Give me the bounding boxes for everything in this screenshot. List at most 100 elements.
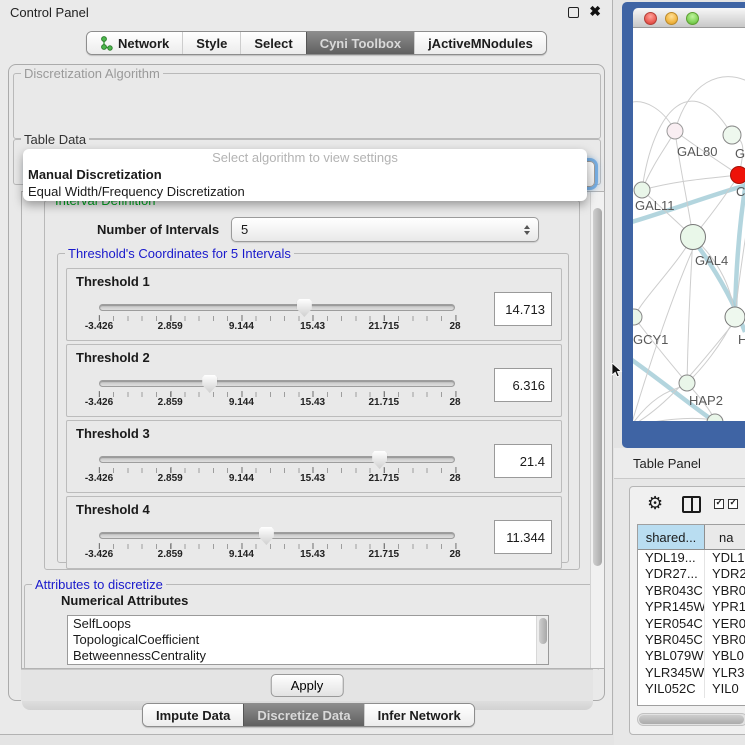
table-row[interactable]: YBR045CYBR0 <box>638 632 745 648</box>
mac-minimize-light-icon[interactable] <box>665 12 678 25</box>
tick-label: 28 <box>449 473 460 484</box>
threshold-2-slider[interactable] <box>99 380 455 387</box>
tab-infer-network[interactable]: Infer Network <box>364 704 474 726</box>
table-row[interactable]: YDL19...YDL1 <box>638 550 745 566</box>
threshold-4-slider[interactable] <box>99 532 455 539</box>
tab-discretize-data[interactable]: Discretize Data <box>243 704 363 726</box>
tick-label: -3.426 <box>85 397 113 408</box>
list-scrollbar[interactable] <box>536 616 548 664</box>
node-label: C <box>736 184 745 199</box>
tick-label: 9.144 <box>229 549 254 560</box>
table-row[interactable]: YER054CYER0 <box>638 616 745 632</box>
scrollbar-thumb[interactable] <box>539 618 547 644</box>
tick-labels: -3.4262.8599.14415.4321.71528 <box>99 321 455 334</box>
close-icon[interactable]: ✖ <box>589 3 601 20</box>
column-header-name[interactable]: na <box>705 525 745 549</box>
combobox-stepper-icon <box>524 225 530 235</box>
tick-labels: -3.4262.8599.14415.4321.71528 <box>99 473 455 486</box>
slider-thumb[interactable] <box>259 527 274 545</box>
node-label: GAL80 <box>677 144 717 159</box>
algorithm-hint-item[interactable]: Select algorithm to view settings <box>23 149 587 166</box>
thresholds-group-title: Threshold's Coordinates for 5 Intervals <box>65 246 294 261</box>
node-label: GCY1 <box>633 332 668 347</box>
table-row[interactable]: YBL079WYBL0 <box>638 648 745 664</box>
scrollbar-thumb[interactable] <box>593 208 602 566</box>
tick-labels: -3.4262.8599.14415.4321.71528 <box>99 549 455 562</box>
node-gal80[interactable] <box>667 123 683 139</box>
node-label: HAP2 <box>689 393 723 408</box>
threshold-4-value-field[interactable]: 11.344 <box>494 520 552 554</box>
table-header-row: shared... na <box>638 525 745 550</box>
checkbox-icon[interactable] <box>728 499 738 509</box>
algorithm-option-manual[interactable]: Manual Discretization <box>23 166 587 183</box>
gear-icon[interactable]: ⚙ <box>647 493 663 514</box>
network-canvas[interactable]: GAL80 GA C GAL11 GAL4 GCY1 H HAP2 <box>633 28 745 421</box>
list-item[interactable]: TopologicalCoefficient <box>68 632 548 648</box>
float-window-icon[interactable] <box>568 7 579 18</box>
tab-select[interactable]: Select <box>240 32 305 54</box>
table-row[interactable]: YLR345WYLR3 <box>638 665 745 681</box>
table-row[interactable]: YIL052CYIL0 <box>638 681 745 697</box>
table-row[interactable]: YBR043CYBR0 <box>638 583 745 599</box>
tick-label: 15.43 <box>300 549 325 560</box>
node[interactable] <box>707 414 723 421</box>
table-toolbar: ⚙ <box>630 487 745 523</box>
tab-cyni-toolbox[interactable]: Cyni Toolbox <box>306 32 414 54</box>
columns-icon[interactable] <box>682 496 701 513</box>
scrollbar-thumb[interactable] <box>639 715 744 724</box>
tab-style[interactable]: Style <box>182 32 240 54</box>
threshold-3-value-field[interactable]: 21.4 <box>494 444 552 478</box>
network-window-titlebar[interactable] <box>633 8 745 28</box>
table-panel-box: ⚙ shared... na YDL19...YDL1 YDR27...YDR2… <box>629 486 745 735</box>
apply-button[interactable]: Apply <box>271 674 344 697</box>
node-hap2[interactable] <box>679 375 695 391</box>
column-header-shared[interactable]: shared... <box>638 525 705 549</box>
list-item[interactable]: BetweennessCentrality <box>68 648 548 664</box>
threshold-1-value-field[interactable]: 14.713 <box>494 292 552 326</box>
thresholds-group: Threshold's Coordinates for 5 Intervals … <box>57 253 569 563</box>
table-horizontal-scrollbar[interactable] <box>637 713 745 726</box>
tab-network-label: Network <box>118 36 169 51</box>
tab-jactivemnodules[interactable]: jActiveMNodules <box>414 32 546 54</box>
threshold-1-slider[interactable] <box>99 304 455 311</box>
tick-label: 28 <box>449 321 460 332</box>
threshold-2-label: Threshold 2 <box>76 350 150 365</box>
node-selected-red[interactable] <box>731 167 745 184</box>
threshold-2-value-field[interactable]: 6.316 <box>494 368 552 402</box>
window-title: Control Panel <box>10 5 89 20</box>
slider-thumb[interactable] <box>372 451 387 469</box>
mac-close-light-icon[interactable] <box>644 12 657 25</box>
tick-label: 15.43 <box>300 397 325 408</box>
slider-thumb[interactable] <box>297 299 312 317</box>
number-of-intervals-combobox[interactable]: 5 <box>231 217 539 242</box>
node-label: H <box>738 332 745 347</box>
tick-label: 2.859 <box>158 397 183 408</box>
table-row[interactable]: YPR145WYPR1 <box>638 599 745 615</box>
node[interactable] <box>725 307 745 327</box>
checkbox-icon[interactable] <box>714 499 724 509</box>
slider-thumb[interactable] <box>202 375 217 393</box>
table-panel-header: Table Panel <box>614 448 745 479</box>
node-gal11[interactable] <box>634 182 650 198</box>
tab-impute-data[interactable]: Impute Data <box>143 704 243 726</box>
threshold-3-slider[interactable] <box>99 456 455 463</box>
network-view-window: GAL80 GA C GAL11 GAL4 GCY1 H HAP2 <box>622 2 745 448</box>
node-gcy1[interactable] <box>633 309 642 325</box>
table-panel-title: Table Panel <box>633 456 701 471</box>
tab-network[interactable]: Network <box>87 32 182 54</box>
settings-vertical-scrollbar[interactable] <box>590 192 604 668</box>
tick-label: 9.144 <box>229 321 254 332</box>
numerical-attributes-list[interactable]: SelfLoops TopologicalCoefficient Between… <box>67 615 549 665</box>
algorithm-option-equal-width[interactable]: Equal Width/Frequency Discretization <box>23 183 587 200</box>
mac-zoom-light-icon[interactable] <box>686 12 699 25</box>
threshold-1-label: Threshold 1 <box>76 274 150 289</box>
tick-label: 9.144 <box>229 397 254 408</box>
node[interactable] <box>723 126 741 144</box>
network-graph-icon <box>100 36 113 51</box>
list-item[interactable]: SelfLoops <box>68 616 548 632</box>
tick-label: 21.715 <box>369 397 400 408</box>
table-row[interactable]: YDR27...YDR2 <box>638 566 745 582</box>
control-panel-tabbar: Network Style Select Cyni Toolbox jActiv… <box>86 31 547 55</box>
node-gal4[interactable] <box>681 225 706 250</box>
number-of-intervals-value: 5 <box>241 222 248 237</box>
